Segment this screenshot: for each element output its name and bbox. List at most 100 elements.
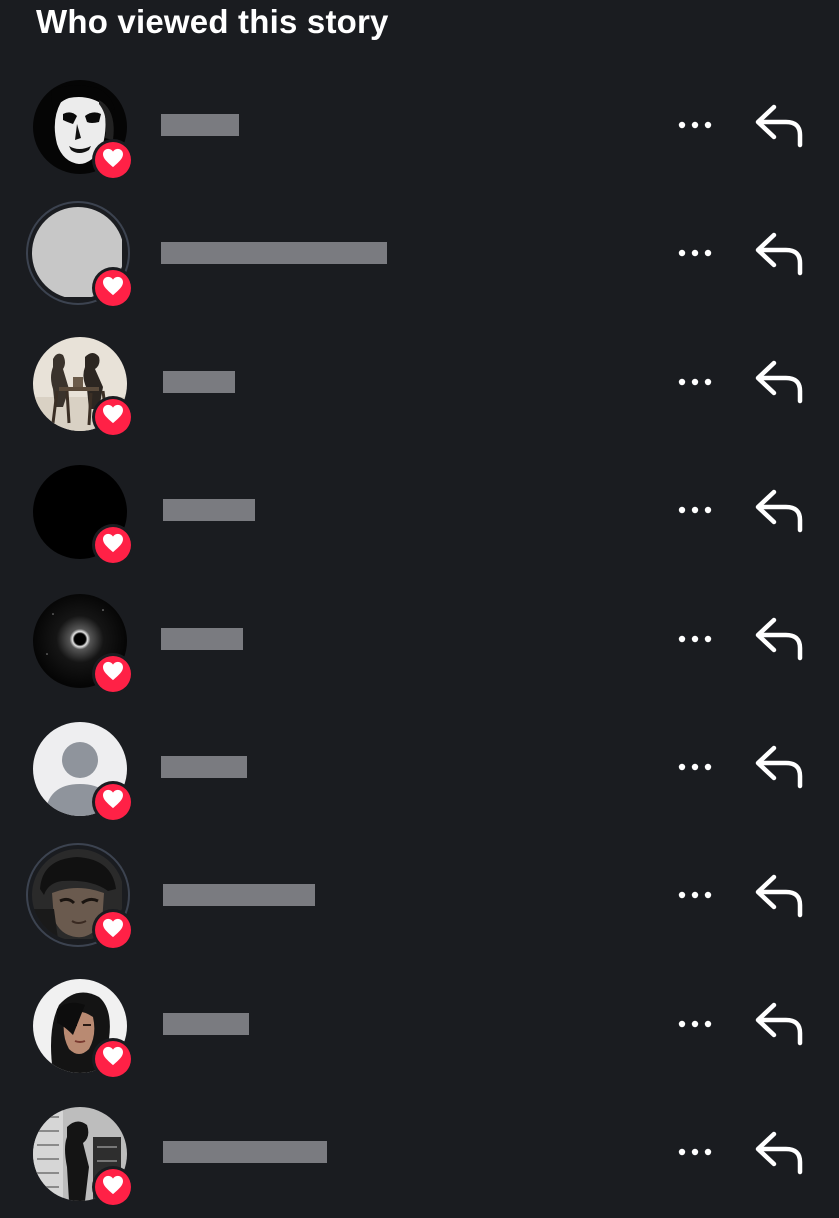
reply-arrow-icon — [752, 999, 806, 1052]
heart-badge-bg — [95, 398, 131, 435]
more-options-button[interactable] — [673, 1007, 717, 1043]
avatar-container — [33, 465, 134, 567]
reply-button[interactable] — [749, 1001, 809, 1051]
like-badge — [92, 267, 134, 310]
username[interactable]: •••••••••••••• — [163, 884, 315, 907]
reply-button[interactable] — [749, 102, 809, 152]
avatar-container — [33, 336, 134, 438]
reply-arrow-icon — [752, 229, 806, 282]
reply-arrow-icon — [752, 101, 806, 154]
avatar-container — [33, 80, 134, 181]
username-redaction — [161, 627, 243, 650]
reply-arrow-icon — [752, 486, 806, 539]
viewer-row[interactable]: •••••• — [0, 576, 839, 704]
username[interactable]: •••••• — [161, 627, 243, 650]
heart-icon — [102, 148, 124, 173]
username[interactable]: •••••f — [163, 370, 235, 393]
avatar-container — [26, 201, 134, 310]
like-badge — [92, 652, 134, 695]
username[interactable]: •••••• — [163, 1012, 249, 1035]
more-options-icon — [675, 1144, 715, 1162]
avatar-container — [26, 843, 134, 952]
username[interactable]: •j•••••••••••••••••• — [161, 242, 387, 265]
more-options-icon — [675, 502, 715, 520]
viewer-row[interactable]: r••••••• — [0, 447, 839, 575]
heart-icon — [102, 789, 124, 814]
viewer-row[interactable]: •••••• — [0, 961, 839, 1089]
reply-button[interactable] — [749, 872, 809, 922]
reply-arrow-icon — [752, 1128, 806, 1181]
heart-badge-bg — [95, 655, 131, 692]
more-options-icon — [675, 117, 715, 135]
reply-arrow-icon — [752, 742, 806, 795]
username[interactable]: r••••••• — [163, 499, 255, 522]
username-redaction — [163, 370, 235, 393]
more-options-button[interactable] — [673, 108, 717, 144]
viewer-row[interactable]: •• jj • — [0, 62, 839, 190]
avatar-container — [33, 978, 134, 1080]
username-redaction — [163, 1141, 327, 1164]
page-title: Who viewed this story — [36, 3, 389, 40]
username-redaction — [163, 499, 255, 522]
more-options-icon — [675, 759, 715, 777]
like-badge — [92, 1037, 134, 1080]
heart-icon — [102, 1175, 124, 1200]
like-badge — [92, 395, 134, 438]
avatar-container — [33, 721, 134, 823]
like-badge — [92, 139, 134, 181]
username-redaction — [161, 755, 247, 778]
heart-icon — [102, 918, 124, 943]
more-options-button[interactable] — [673, 236, 717, 272]
more-options-icon — [675, 631, 715, 649]
heart-badge-bg — [95, 527, 131, 564]
viewer-row[interactable]: •••••• — [0, 704, 839, 832]
reply-arrow-icon — [752, 614, 806, 667]
heart-icon — [102, 661, 124, 686]
viewer-row[interactable]: •••••••••••••• — [0, 832, 839, 960]
username[interactable]: •• jj • — [161, 114, 239, 136]
heart-badge-bg — [95, 912, 131, 949]
reply-button[interactable] — [749, 744, 809, 794]
more-options-button[interactable] — [673, 493, 717, 529]
heart-icon — [102, 1046, 124, 1071]
avatar-container — [33, 593, 134, 695]
reply-button[interactable] — [749, 487, 809, 537]
more-options-button[interactable] — [673, 365, 717, 401]
more-options-icon — [675, 887, 715, 905]
more-options-button[interactable] — [673, 878, 717, 914]
more-options-icon — [675, 374, 715, 392]
reply-arrow-icon — [752, 357, 806, 410]
like-badge — [92, 780, 134, 823]
username-redaction — [163, 1012, 249, 1035]
viewer-list: •• jj • •j•••••••••••••••••• •••••f r••••••… — [0, 62, 839, 1218]
heart-badge-bg — [95, 1040, 131, 1077]
heart-badge-bg — [95, 142, 131, 178]
heart-badge-bg — [95, 783, 131, 820]
viewer-row[interactable]: •••••f — [0, 319, 839, 447]
reply-button[interactable] — [749, 1129, 809, 1179]
username-redaction — [163, 884, 315, 907]
reply-button[interactable] — [749, 230, 809, 280]
more-options-icon — [675, 245, 715, 263]
more-options-button[interactable] — [673, 1135, 717, 1171]
username[interactable]: •••••• — [161, 755, 247, 778]
reply-button[interactable] — [749, 616, 809, 666]
username-redaction — [161, 114, 239, 136]
like-badge — [92, 524, 134, 567]
more-options-button[interactable] — [673, 750, 717, 786]
more-options-icon — [675, 1016, 715, 1034]
reply-arrow-icon — [752, 871, 806, 924]
reply-button[interactable] — [749, 359, 809, 409]
username[interactable]: ••••••••••••••e — [163, 1141, 327, 1164]
heart-icon — [102, 533, 124, 558]
username-redaction — [161, 242, 387, 265]
avatar-container — [33, 1107, 134, 1209]
heart-icon — [102, 404, 124, 429]
like-badge — [92, 1166, 134, 1209]
viewer-row[interactable]: •j•••••••••••••••••• — [0, 190, 839, 318]
heart-icon — [102, 276, 124, 301]
heart-badge-bg — [95, 270, 131, 307]
more-options-button[interactable] — [673, 622, 717, 658]
viewer-row[interactable]: ••••••••••••••e — [0, 1089, 839, 1217]
like-badge — [92, 909, 134, 952]
